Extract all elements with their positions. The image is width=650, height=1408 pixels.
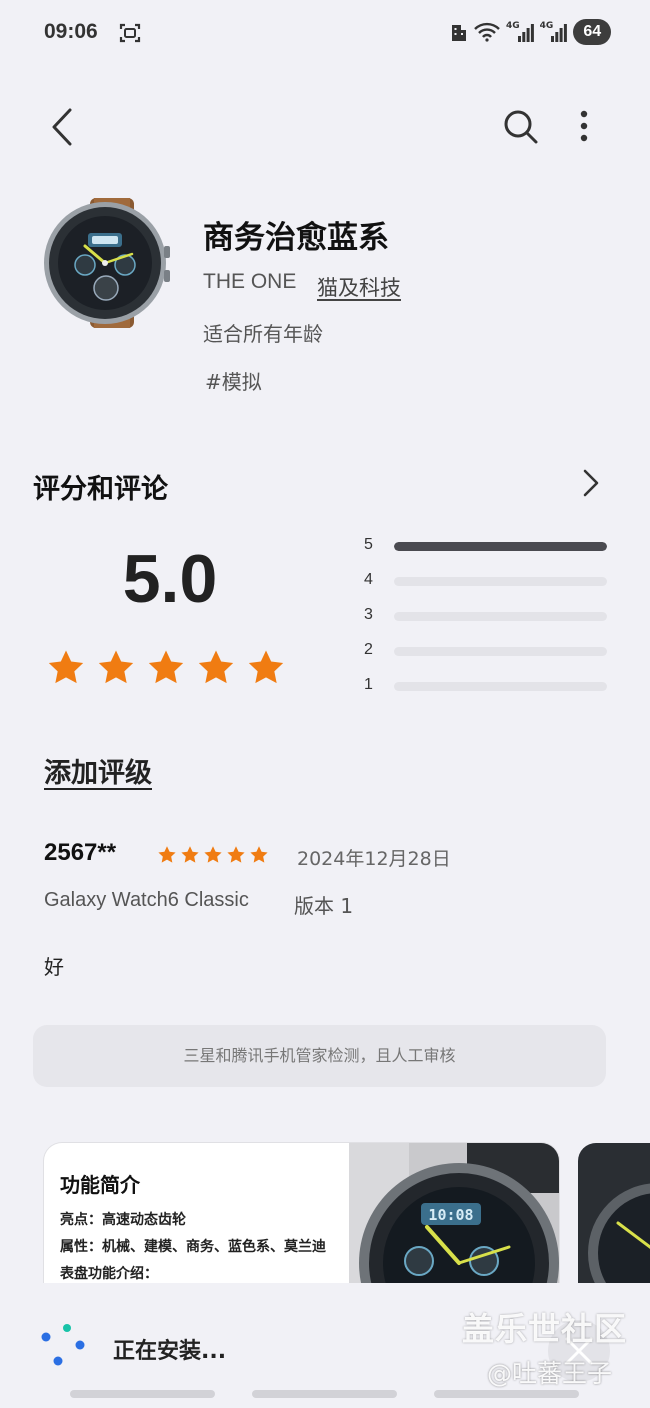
histogram-label: 1 — [364, 676, 373, 693]
reviewer-name: 2567** — [44, 839, 117, 866]
histogram-label: 3 — [364, 606, 373, 623]
watermark-author: @吐蕃王子 — [487, 1359, 613, 1388]
star-icon — [181, 846, 199, 863]
star-icon — [204, 846, 222, 863]
network-type-1: 4G — [506, 21, 520, 31]
category-tag[interactable]: #模拟 — [205, 366, 262, 395]
card-line: 亮点：高速动态齿轮 — [60, 1212, 186, 1228]
publisher-link[interactable]: 猫及科技 — [317, 272, 401, 302]
screenshot-icon — [119, 23, 141, 43]
histogram-label: 5 — [364, 536, 373, 553]
star-icon — [158, 846, 176, 863]
chevron-left-icon — [52, 108, 72, 146]
review-version: 版本 1 — [294, 894, 354, 918]
screenshot-card[interactable]: 功能简介 亮点：高速动态齿轮 属性：机械、建模、商务、蓝色系、莫兰迪 表盘功能介… — [44, 1143, 559, 1283]
histogram-fill — [394, 542, 607, 551]
average-rating-stars — [46, 648, 286, 688]
histogram-track — [394, 542, 607, 551]
status-time: 09:06 — [44, 20, 98, 43]
review-date: 2024年12月28日 — [297, 848, 451, 870]
search-icon — [504, 110, 538, 144]
developer-name: THE ONE — [203, 270, 297, 293]
watermark-community: 盖乐世社区 — [462, 1310, 628, 1348]
histogram-track — [394, 647, 607, 656]
loading-spinner-icon — [41, 1324, 85, 1366]
watch-face-thumbnail — [44, 198, 170, 328]
card-line: 表盘功能介绍： — [60, 1266, 158, 1282]
status-icons: 4G 4G 64 — [450, 18, 612, 46]
card-title: 功能简介 — [60, 1173, 140, 1197]
review-text: 好 — [44, 955, 64, 979]
histogram-track — [394, 577, 607, 586]
chevron-right-icon — [583, 469, 599, 497]
histogram-row: 5 — [364, 536, 607, 556]
star-icon — [48, 650, 84, 684]
watch-photo — [588, 1183, 650, 1283]
star-icon — [248, 650, 284, 684]
building-icon — [452, 25, 466, 41]
install-status: 正在安装... — [113, 1339, 227, 1364]
review-device: Galaxy Watch6 Classic — [44, 889, 249, 911]
star-icon — [227, 846, 245, 863]
bottom-pill — [70, 1390, 215, 1398]
ratings-more-button[interactable] — [578, 466, 604, 500]
bottom-pill — [434, 1390, 579, 1398]
review-stars — [157, 845, 269, 865]
histogram-row: 1 — [364, 676, 607, 696]
app-title: 商务治愈蓝系 — [203, 220, 389, 256]
histogram-row: 3 — [364, 606, 607, 626]
histogram-track — [394, 612, 607, 621]
histogram-row: 2 — [364, 641, 607, 661]
average-rating-score: 5.0 — [122, 541, 218, 617]
watch-photo: 10:08 — [349, 1143, 559, 1283]
more-options-button[interactable] — [570, 106, 598, 146]
star-icon — [98, 650, 134, 684]
wifi-icon — [474, 22, 500, 42]
back-button[interactable] — [46, 106, 82, 148]
star-icon — [198, 650, 234, 684]
watch-photo-time: 10:08 — [428, 1206, 473, 1224]
security-notice: 三星和腾讯手机管家检测，且人工审核 — [33, 1025, 606, 1087]
more-vertical-icon — [580, 110, 588, 142]
network-type-2: 4G — [539, 21, 554, 31]
battery-indicator: 64 — [573, 19, 612, 45]
signal-icon — [517, 24, 534, 42]
screenshot-card[interactable] — [578, 1143, 650, 1283]
age-rating: 适合所有年龄 — [203, 322, 323, 346]
search-button[interactable] — [500, 106, 540, 146]
card-line: 属性：机械、建模、商务、蓝色系、莫兰迪 — [60, 1239, 326, 1255]
histogram-row: 4 — [364, 571, 607, 591]
histogram-label: 2 — [364, 641, 373, 658]
histogram-track — [394, 682, 607, 691]
add-rating-link[interactable]: 添加评级 — [44, 751, 152, 790]
histogram-label: 4 — [364, 571, 373, 588]
star-icon — [148, 650, 184, 684]
signal-icon — [551, 24, 568, 42]
star-icon — [250, 846, 268, 863]
bottom-pill — [252, 1390, 397, 1398]
ratings-heading[interactable]: 评分和评论 — [33, 467, 168, 506]
